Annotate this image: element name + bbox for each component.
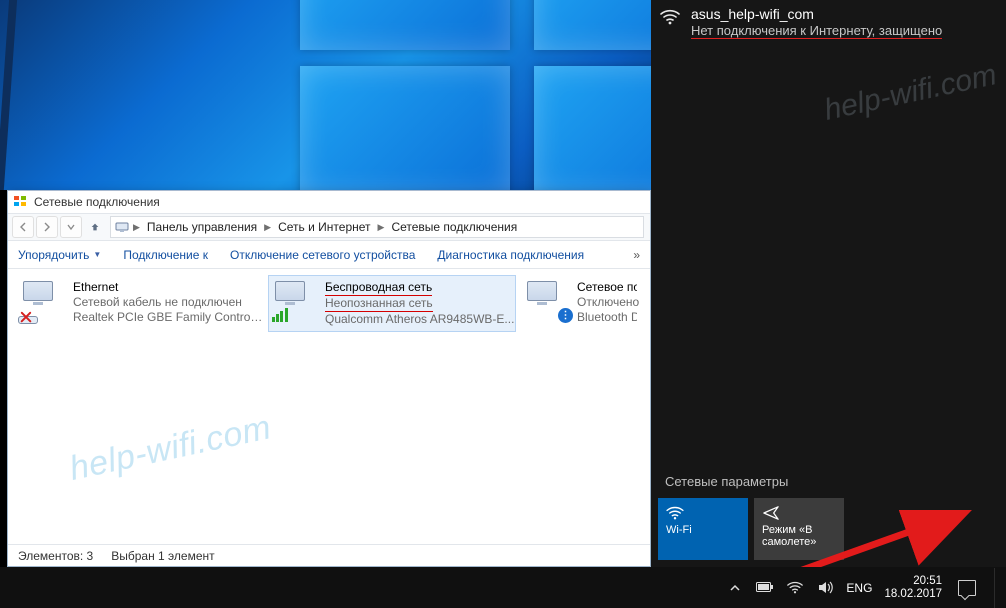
adapter-status: Сетевой кабель не подключен [73,295,263,310]
tray-overflow-button[interactable] [726,582,744,594]
ethernet-icon [23,280,65,318]
nav-history-button[interactable] [60,216,82,238]
network-flyout: asus_help-wifi_com Нет подключения к Инт… [651,0,1006,567]
adapter-name: Ethernet [73,280,263,295]
taskbar: ENG 20:51 18.02.2017 [0,567,1006,608]
tray-date: 18.02.2017 [884,588,942,600]
nav-up-button[interactable] [84,216,106,238]
action-center-icon[interactable] [958,580,976,596]
tray-time: 20:51 [884,575,942,587]
watermark-text: help-wifi.com [821,58,999,128]
adapter-name: Беспроводная сеть [325,280,432,296]
item-count: Элементов: 3 [18,549,93,563]
wifi-toggle-button[interactable]: Wi-Fi [658,498,748,560]
current-network-item[interactable]: asus_help-wifi_com Нет подключения к Инт… [659,6,998,40]
chevron-right-icon: ▶ [376,222,387,233]
volume-icon[interactable] [816,581,834,594]
wifi-tray-icon[interactable] [786,581,804,594]
airplane-icon [762,504,836,522]
control-panel-icon [14,196,28,208]
nav-forward-button[interactable] [36,216,58,238]
adapter-item-ethernet[interactable]: Ethernet Сетевой кабель не подключен Rea… [16,275,264,332]
chevron-right-icon: ▶ [262,222,273,233]
airplane-mode-label: Режим «В самолете» [762,524,836,548]
connect-to-button[interactable]: Подключение к [123,248,208,262]
adapter-device: Realtek PCIe GBE Family Controller [73,310,263,325]
show-desktop-button[interactable] [994,568,1000,608]
diagnose-button[interactable]: Диагностика подключения [437,248,584,262]
overflow-chevron-icon[interactable]: » [633,248,640,262]
breadcrumb-segment[interactable]: Сеть и Интернет [275,219,373,235]
airplane-mode-button[interactable]: Режим «В самолете» [754,498,844,560]
window-titlebar[interactable]: Сетевые подключения [8,191,650,213]
adapter-item-wifi[interactable]: Беспроводная сеть Неопознанная сеть Qual… [268,275,516,332]
breadcrumb-segment[interactable]: Сетевые подключения [388,219,520,235]
battery-icon[interactable] [756,582,774,593]
network-name: asus_help-wifi_com [691,6,942,22]
watermark-text: help-wifi.com [66,408,275,489]
adapter-name: Сетевое по [577,280,637,295]
status-bar: Элементов: 3 Выбран 1 элемент [8,544,650,566]
windows-desktop-wallpaper [0,0,651,190]
wifi-icon [666,504,740,522]
adapter-status: Неопознанная сеть [325,296,433,312]
adapter-status: Отключено [577,295,639,310]
tray-clock[interactable]: 20:51 18.02.2017 [884,575,942,599]
chevron-down-icon: ▼ [93,250,101,259]
system-tray: ENG 20:51 18.02.2017 [726,568,1006,608]
wifi-icon [659,6,681,25]
chevron-right-icon: ▶ [131,222,142,233]
adapter-list: Ethernet Сетевой кабель не подключен Rea… [8,269,650,544]
network-status: Нет подключения к Интернету, защищено [691,23,942,39]
adapter-item-bluetooth[interactable]: ⋮ Сетевое по Отключено Bluetooth D [520,275,630,332]
network-connections-window: Сетевые подключения ▶ Панель управления … [7,190,651,567]
address-bar-row: ▶ Панель управления ▶ Сеть и Интернет ▶ … [8,213,650,241]
language-indicator[interactable]: ENG [846,581,872,595]
network-adapter-icon [115,220,129,234]
adapter-device: Bluetooth D [577,310,637,325]
command-bar: Упорядочить ▼ Подключение к Отключение с… [8,241,650,269]
wifi-adapter-icon [275,280,317,318]
selection-count: Выбран 1 элемент [111,549,214,563]
network-settings-link[interactable]: Сетевые параметры [665,474,788,489]
organize-menu[interactable]: Упорядочить ▼ [18,248,101,262]
breadcrumb[interactable]: ▶ Панель управления ▶ Сеть и Интернет ▶ … [110,216,644,238]
window-title: Сетевые подключения [34,195,160,209]
wifi-toggle-label: Wi-Fi [666,524,740,536]
disable-adapter-button[interactable]: Отключение сетевого устройства [230,248,415,262]
adapter-device: Qualcomm Atheros AR9485WB-E... [325,312,514,327]
bluetooth-adapter-icon: ⋮ [527,280,569,318]
breadcrumb-segment[interactable]: Панель управления [144,219,260,235]
nav-back-button[interactable] [12,216,34,238]
